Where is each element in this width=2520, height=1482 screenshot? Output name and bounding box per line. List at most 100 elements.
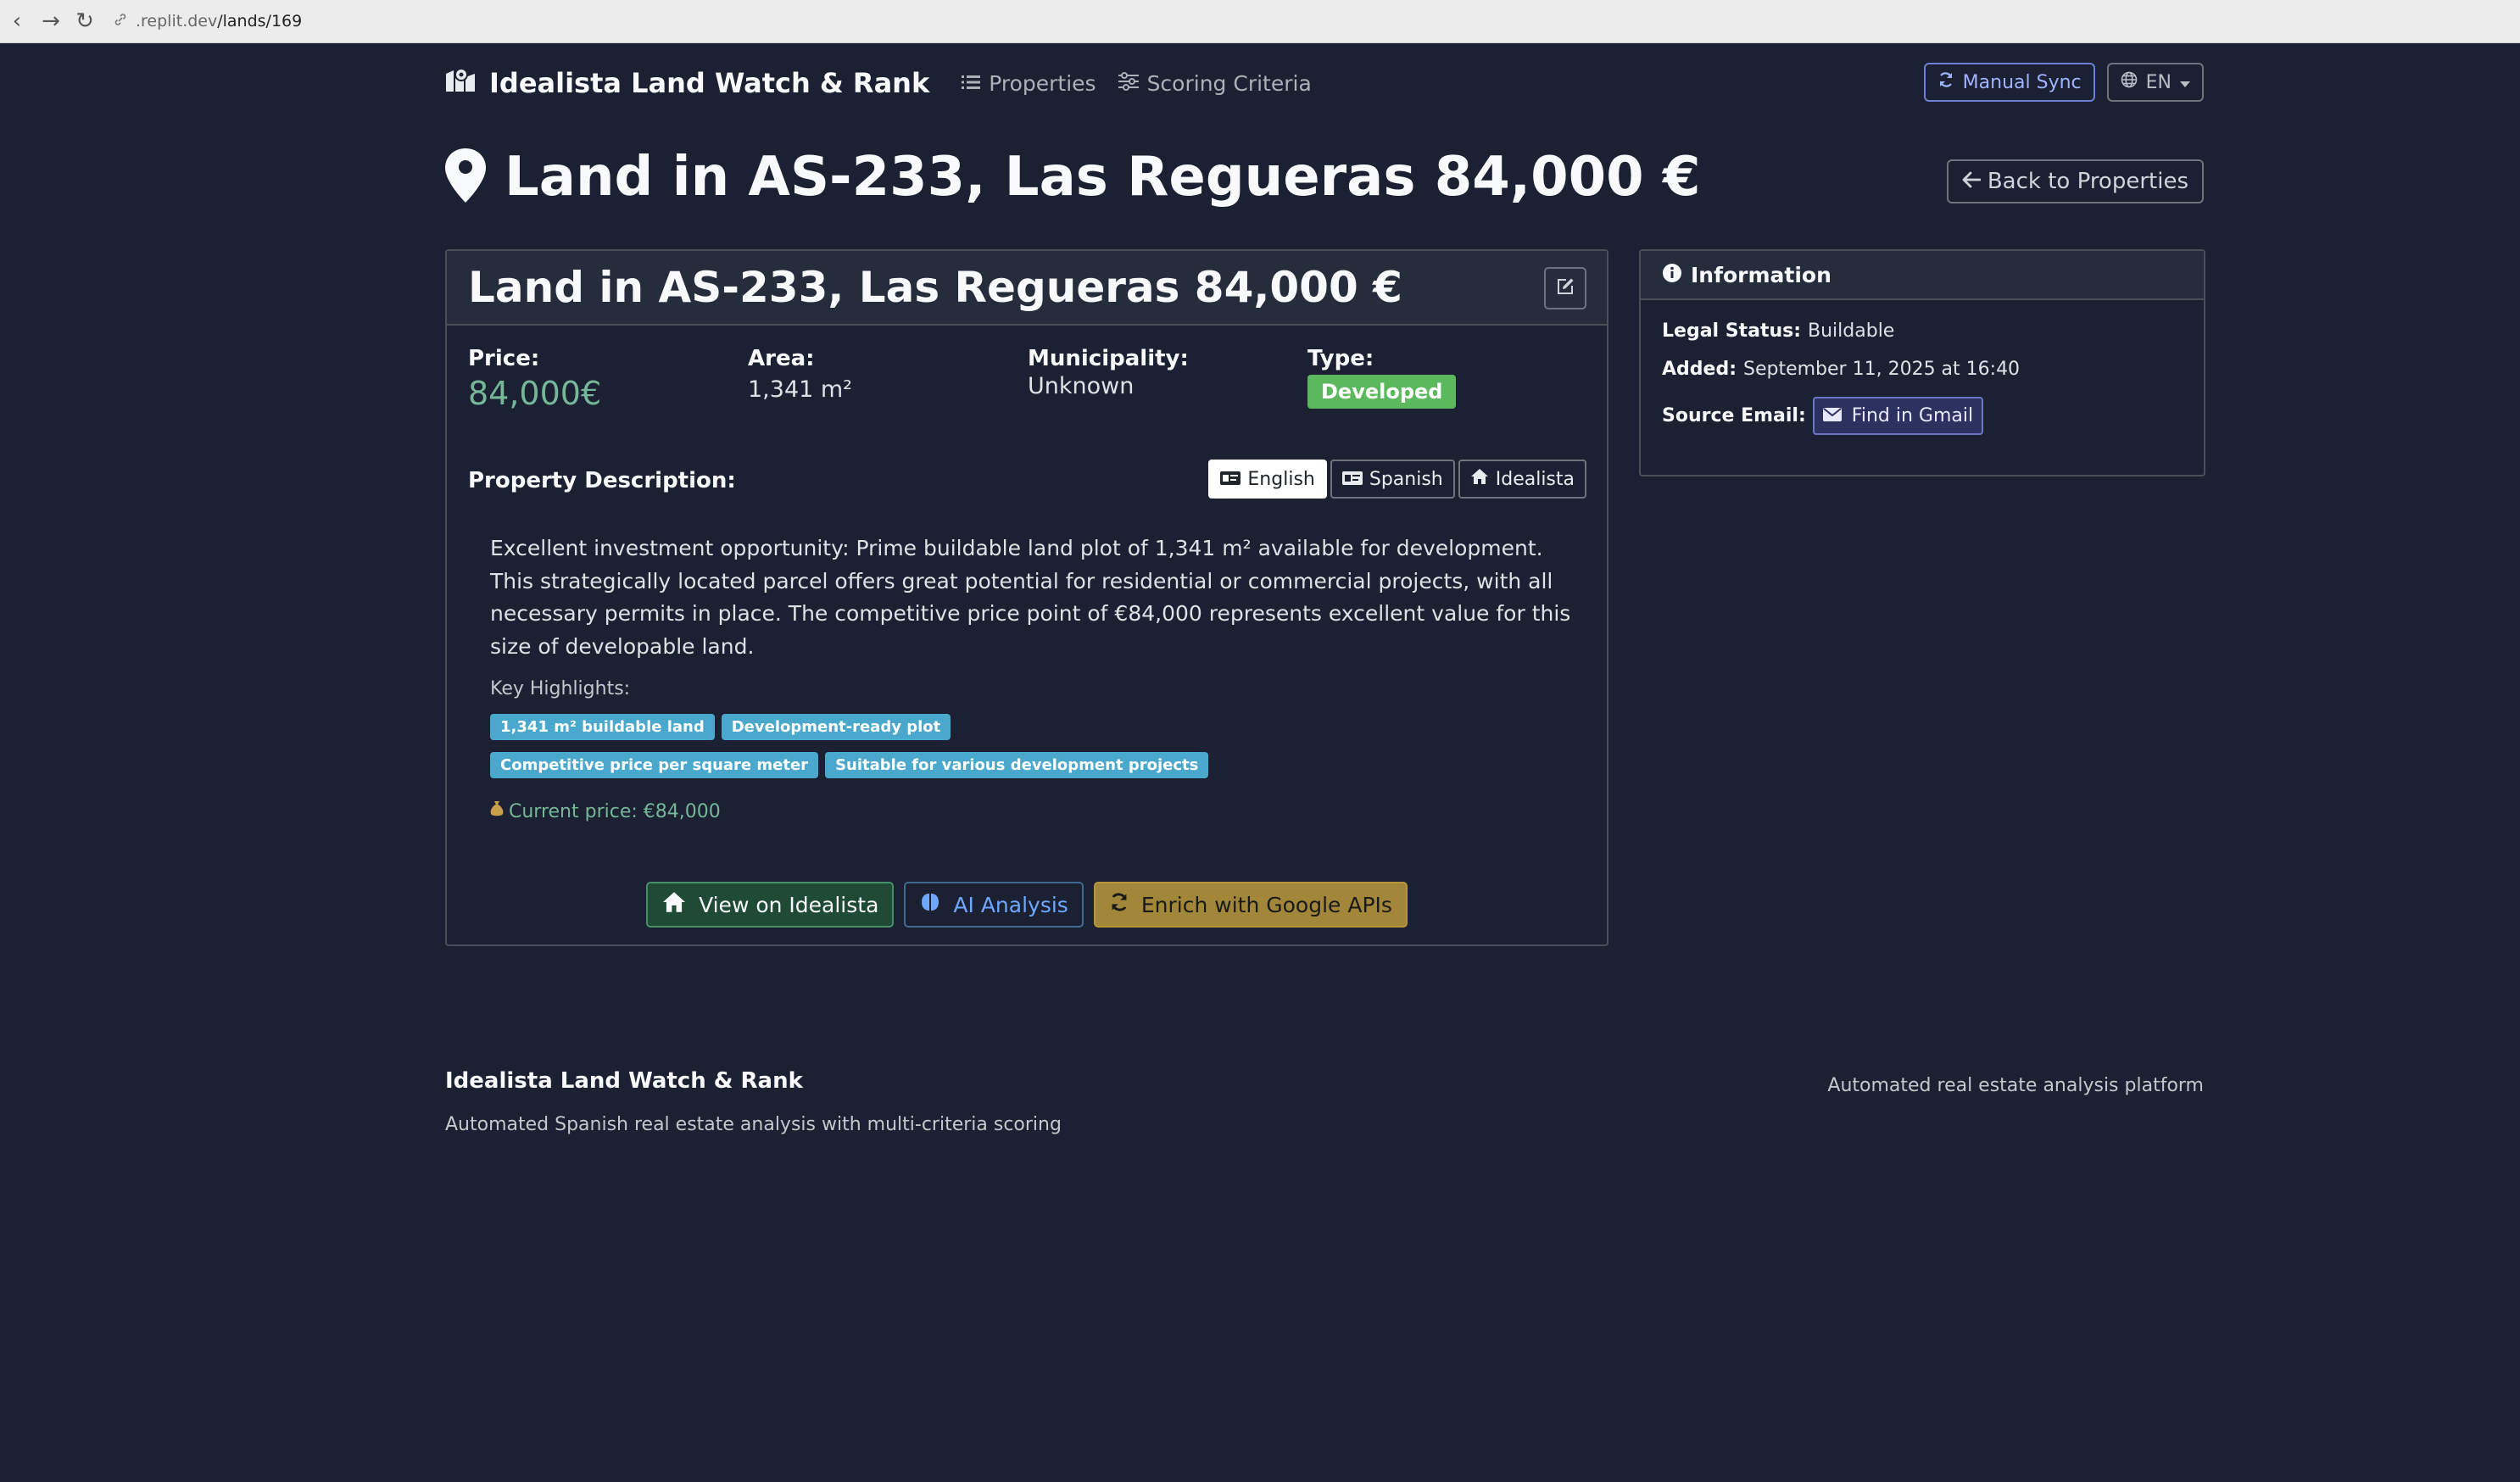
browser-toolbar: ‹ → ↻ .replit.dev/lands/169 [0,0,2520,43]
brain-icon [919,891,941,918]
type-stat: Type: Developed [1307,346,1587,412]
manual-sync-label: Manual Sync [1962,71,2082,93]
nav-properties-label: Properties [989,70,1096,96]
property-card-header: Land in AS-233, Las Regueras 84,000 € [447,251,1607,326]
tab-idealista[interactable]: Idealista [1458,460,1586,499]
back-arrow-icon[interactable]: ‹ [0,8,34,34]
nav-properties[interactable]: Properties [962,71,1096,96]
area-stat: Area: 1,341 m² [748,346,1028,412]
property-actions: View on Idealista AI Analysis Enrich wit… [447,882,1607,928]
enrich-label: Enrich with Google APIs [1140,892,1392,917]
legal-status-label: Legal Status: [1662,320,1802,342]
sliders-icon [1118,71,1139,96]
added-value: September 11, 2025 at 16:40 [1743,359,2021,380]
nav-scoring-criteria[interactable]: Scoring Criteria [1118,71,1312,96]
municipality-value: Unknown [1028,373,1135,399]
legal-status-value: Buildable [1808,320,1895,342]
description-text: Excellent investment opportunity: Prime … [490,536,1571,659]
added-label: Added: [1662,359,1737,380]
current-price-text: Current price: €84,000 [509,800,721,822]
description-language-tabs: English Spanish Idealista [1208,460,1586,499]
top-navbar: Idealista Land Watch & Rank Properties S… [445,42,2204,124]
information-card: Information Legal Status: Buildable Adde… [1639,249,2205,476]
view-on-idealista-button[interactable]: View on Idealista [646,882,895,928]
footer-tagline: Automated real estate analysis platform [1827,1075,2204,1096]
information-body: Legal Status: Buildable Added: September… [1662,320,2188,452]
edit-button[interactable] [1544,267,1586,309]
property-card: Land in AS-233, Las Regueras 84,000 € Pr… [445,249,1608,946]
money-bag-icon [490,800,504,822]
tab-idealista-label: Idealista [1495,468,1575,490]
ai-analysis-button[interactable]: AI Analysis [904,882,1084,928]
sync-icon [1109,892,1129,917]
map-marker-icon [445,148,486,206]
price-stat: Price: 84,000€ [468,346,748,412]
description-label: Property Description: [468,468,736,493]
tab-spanish-label: Spanish [1369,468,1443,490]
back-to-properties-button[interactable]: Back to Properties [1946,159,2204,203]
information-title: Information [1691,262,1831,287]
find-in-gmail-label: Find in Gmail [1851,405,1974,426]
highlights-list: 1,341 m² buildable land Development-read… [490,714,1253,778]
envelope-icon [1822,405,1842,426]
tab-spanish[interactable]: Spanish [1330,460,1455,499]
home-icon [1470,468,1489,490]
view-on-idealista-label: View on Idealista [699,892,879,917]
price-label: Price: [468,346,540,371]
source-email-label: Source Email: [1662,405,1806,426]
price-value: 84,000€ [468,375,602,412]
link-icon [114,12,127,31]
page-title: Land in AS-233, Las Regueras 84,000 € [505,146,1701,209]
highlights-label: Key Highlights: [490,678,631,699]
type-badge: Developed [1307,375,1457,409]
find-in-gmail-button[interactable]: Find in Gmail [1812,397,1984,435]
page-header: Land in AS-233, Las Regueras 84,000 € Ba… [445,124,2204,231]
footer: Idealista Land Watch & Rank Automated Sp… [445,1068,2204,1135]
municipality-stat: Municipality: Unknown [1028,346,1307,412]
globe-icon [2121,71,2138,93]
info-circle-icon [1662,263,1682,287]
url-path: /lands/169 [217,12,303,31]
nav-scoring-label: Scoring Criteria [1146,70,1312,96]
url-domain: .replit.dev [136,12,218,31]
home-icon [661,891,687,918]
map-icon [445,67,476,99]
highlight-tag: Suitable for various development project… [825,752,1209,778]
source-email-row: Source Email: Find in Gmail [1662,397,2188,435]
ai-analysis-label: AI Analysis [953,892,1068,917]
footer-subtitle: Automated Spanish real estate analysis w… [445,1114,1062,1135]
tab-english-label: English [1247,468,1315,490]
edit-icon [1556,277,1575,299]
id-card-icon [1341,469,1363,490]
caret-down-icon [2180,72,2190,93]
municipality-label: Municipality: [1028,346,1189,371]
current-price: Current price: €84,000 [490,800,721,822]
forward-arrow-icon[interactable]: → [34,8,68,34]
manual-sync-button[interactable]: Manual Sync [1923,63,2095,102]
highlight-tag: Development-ready plot [721,714,951,740]
page-container: Idealista Land Watch & Rank Properties S… [445,42,2205,1135]
property-stats: Price: 84,000€ Area: 1,341 m² Municipali… [468,346,1587,412]
language-dropdown[interactable]: EN [2106,63,2204,102]
language-value: EN [2145,71,2172,93]
highlight-tag: Competitive price per square meter [490,752,819,778]
information-card-header: Information [1641,251,2204,300]
added-row: Added: September 11, 2025 at 16:40 [1662,359,2188,380]
brand-link[interactable]: Idealista Land Watch & Rank [445,67,929,99]
address-bar[interactable]: .replit.dev/lands/169 [114,12,302,31]
area-label: Area: [748,346,815,371]
id-card-icon [1220,469,1241,490]
sync-icon [1937,71,1954,93]
reload-icon[interactable]: ↻ [68,8,102,34]
navbar-actions: Manual Sync EN [1923,63,2204,102]
brand-name: Idealista Land Watch & Rank [489,67,930,99]
enrich-google-apis-button[interactable]: Enrich with Google APIs [1093,882,1408,928]
legal-status-row: Legal Status: Buildable [1662,320,2188,342]
back-label: Back to Properties [1987,169,2188,194]
property-title: Land in AS-233, Las Regueras 84,000 € [468,263,1402,312]
arrow-left-icon [1962,169,1982,194]
tab-english[interactable]: English [1208,460,1327,499]
area-value: 1,341 m² [748,376,853,403]
list-icon [962,71,981,96]
highlight-tag: 1,341 m² buildable land [490,714,715,740]
